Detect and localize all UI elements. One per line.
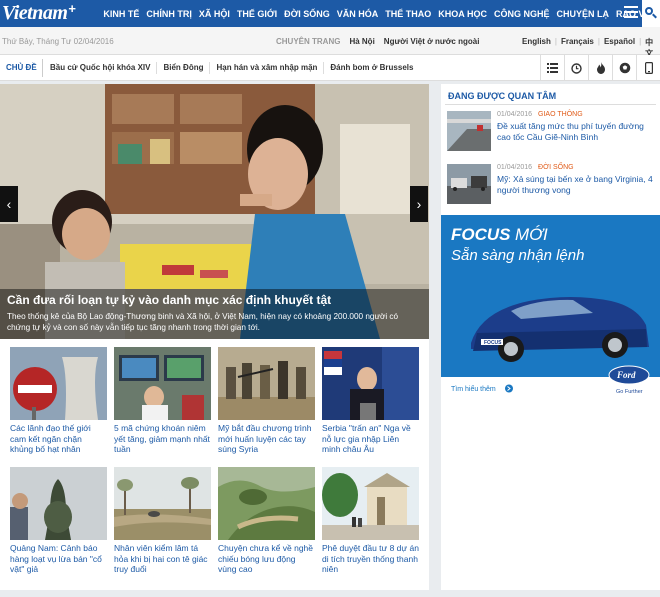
carousel-prev-button[interactable]: ‹ bbox=[0, 186, 18, 222]
trending-meta: 01/04/2016 GIAO THÔNG bbox=[497, 111, 583, 118]
topic-bar: CHỦ ĐỀ Bầu cử Quốc hội khóa XIV Biển Đôn… bbox=[0, 55, 660, 81]
topic-han-han[interactable]: Hạn hán và xâm nhập mặn bbox=[210, 62, 325, 74]
news-thumbnail bbox=[218, 347, 315, 420]
mobile-icon[interactable] bbox=[636, 55, 660, 81]
link-ha-noi[interactable]: Hà Nội bbox=[349, 37, 374, 46]
trending-thumbnail bbox=[447, 164, 491, 204]
nav-kinh-te[interactable]: KINH TẾ bbox=[100, 9, 143, 19]
nav-chuyen-la[interactable]: CHUYỆN LẠ bbox=[553, 9, 613, 19]
topic-danh-bom[interactable]: Đánh bom ở Brussels bbox=[324, 62, 419, 74]
trending-headline[interactable]: Đề xuất tăng mức thu phí tuyến đường cao… bbox=[497, 121, 657, 143]
trending-title: ĐANG ĐƯỢC QUAN TÂM bbox=[448, 91, 557, 101]
nav-xa-hoi[interactable]: XÃ HỘI bbox=[195, 9, 233, 19]
topic-bien-dong[interactable]: Biển Đông bbox=[157, 62, 211, 74]
ad-cta: Tìm hiểu thêm bbox=[451, 385, 496, 393]
trending-date: 01/04/2016 bbox=[497, 111, 533, 118]
topic-bau-cu[interactable]: Bầu cử Quốc hội khóa XIV bbox=[44, 62, 158, 74]
hero-title[interactable]: Cần đưa rối loạn tự kỷ vào danh mục xác … bbox=[7, 293, 331, 307]
news-caption: Mỹ bắt đầu chương trình mới huấn luyện c… bbox=[218, 423, 312, 454]
news-caption: Chuyện chưa kể về nghề chiếu bóng lưu độ… bbox=[218, 543, 314, 574]
divider bbox=[445, 104, 656, 105]
special-pages: CHUYÊN TRANG Hà Nội Người Việt ở nước ng… bbox=[276, 37, 479, 46]
trending-thumbnail bbox=[447, 111, 491, 151]
news-card[interactable]: Serbia "trấn an" Nga về nỗ lực gia nhập … bbox=[322, 347, 419, 455]
nav-the-thao[interactable]: THỂ THAO bbox=[382, 9, 435, 19]
topic-label: CHỦ ĐỀ bbox=[6, 63, 37, 72]
fire-icon[interactable] bbox=[588, 55, 612, 81]
ford-focus-ad[interactable]: FOCUS MỚI Sẵn sàng nhận lệnh FOCUS Tìm h… bbox=[441, 215, 660, 399]
clock-icon[interactable] bbox=[564, 55, 588, 81]
news-caption: Các lãnh đạo thế giới cam kết ngăn chặn … bbox=[10, 423, 91, 454]
list-icon[interactable] bbox=[540, 55, 564, 81]
top-navigation-bar: Vietnam + KINH TẾ CHÍNH TRỊ XÃ HỘI THẾ G… bbox=[0, 0, 660, 27]
divider bbox=[42, 59, 43, 77]
news-card[interactable]: Các lãnh đạo thế giới cam kết ngăn chặn … bbox=[10, 347, 107, 455]
hero-description: Theo thống kê của Bộ Lao động-Thương bin… bbox=[7, 312, 399, 332]
news-caption: 5 mã chứng khoán niêm yết tăng, giảm mạn… bbox=[114, 423, 210, 454]
nav-van-hoa[interactable]: VĂN HÓA bbox=[333, 9, 382, 19]
topic-list: Bầu cử Quốc hội khóa XIV Biển Đông Hạn h… bbox=[44, 55, 419, 81]
main-menu: KINH TẾ CHÍNH TRỊ XÃ HỘI THẾ GIỚI ĐỜI SỐ… bbox=[100, 0, 660, 27]
ad-banner: FOCUS MỚI Sẵn sàng nhận lệnh FOCUS Tìm h… bbox=[441, 215, 660, 399]
ad-plate: FOCUS bbox=[484, 340, 502, 346]
carousel-next-button[interactable]: › bbox=[410, 186, 428, 222]
news-thumbnail bbox=[114, 347, 211, 420]
news-card[interactable]: 5 mã chứng khoán niêm yết tăng, giảm mạn… bbox=[114, 347, 211, 455]
logo-plus: + bbox=[68, 1, 76, 16]
nav-the-gioi[interactable]: THẾ GIỚI bbox=[233, 9, 280, 19]
special-pages-label: CHUYÊN TRANG bbox=[276, 37, 341, 46]
trending-category[interactable]: ĐỜI SỐNG bbox=[538, 164, 574, 171]
current-date: Thứ Bảy, Tháng Tư 02/04/2016 bbox=[2, 37, 114, 46]
search-icon[interactable] bbox=[642, 0, 660, 27]
main-content: Cần đưa rối loạn tự kỷ vào danh mục xác … bbox=[0, 84, 429, 590]
trending-item[interactable]: 01/04/2016 ĐỜI SỐNG Mỹ: Xả súng tại bến x… bbox=[447, 164, 657, 206]
nav-chinh-tri[interactable]: CHÍNH TRỊ bbox=[143, 9, 196, 19]
news-card[interactable]: Nhân viên kiểm lâm tá hỏa khi bị hai con… bbox=[114, 467, 211, 575]
news-thumbnail bbox=[322, 347, 419, 420]
nav-doi-song[interactable]: ĐỜI SỐNG bbox=[281, 9, 334, 19]
ad-tagline: Go Further bbox=[616, 389, 643, 395]
news-caption: Nhân viên kiểm lâm tá hỏa khi bị hai con… bbox=[114, 543, 208, 574]
ad-subline: Sẵn sàng nhận lệnh bbox=[451, 247, 584, 264]
link-nguoi-viet-o-nuoc-ngoai[interactable]: Người Việt ở nước ngoài bbox=[384, 37, 480, 46]
news-card[interactable]: Phê duyệt đầu tư 8 dự án di tích truyền … bbox=[322, 467, 419, 575]
trending-headline[interactable]: Mỹ: Xả súng tại bến xe ở bang Virginia, … bbox=[497, 174, 657, 196]
soccer-ball-icon[interactable] bbox=[612, 55, 636, 81]
trending-meta: 01/04/2016 ĐỜI SỐNG bbox=[497, 164, 574, 171]
news-thumbnail bbox=[114, 467, 211, 540]
trending-item[interactable]: 01/04/2016 GIAO THÔNG Đề xuất tăng mức th… bbox=[447, 111, 657, 153]
news-thumbnail bbox=[10, 347, 107, 420]
trending-category[interactable]: GIAO THÔNG bbox=[538, 111, 583, 118]
trending-date: 01/04/2016 bbox=[497, 164, 533, 171]
news-caption: Phê duyệt đầu tư 8 dự án di tích truyền … bbox=[322, 543, 419, 574]
news-thumbnail bbox=[10, 467, 107, 540]
ad-headline-new: MỚI bbox=[515, 225, 548, 244]
ad-brand: Ford bbox=[616, 370, 636, 380]
nav-khoa-hoc[interactable]: KHOA HỌC bbox=[435, 9, 491, 19]
site-logo[interactable]: Vietnam + bbox=[0, 0, 100, 27]
news-caption: Serbia "trấn an" Nga về nỗ lực gia nhập … bbox=[322, 423, 411, 454]
ad-headline: FOCUS bbox=[451, 225, 511, 244]
hamburger-menu-icon[interactable] bbox=[624, 6, 638, 20]
news-thumbnail bbox=[218, 467, 315, 540]
nav-cong-nghe[interactable]: CÔNG NGHỆ bbox=[490, 9, 553, 19]
news-caption: Quảng Nam: Cảnh báo hàng loạt vụ lừa bán… bbox=[10, 543, 102, 574]
topic-icon-group bbox=[540, 55, 660, 81]
sidebar: ĐANG ĐƯỢC QUAN TÂM 01/04/2016 GIAO THÔNG … bbox=[441, 84, 660, 590]
news-card[interactable]: Quảng Nam: Cảnh báo hàng loạt vụ lừa bán… bbox=[10, 467, 107, 575]
news-thumbnail bbox=[322, 467, 419, 540]
secondary-bar: Thứ Bảy, Tháng Tư 02/04/2016 CHUYÊN TRAN… bbox=[0, 27, 660, 58]
news-card[interactable]: Chuyện chưa kể về nghề chiếu bóng lưu độ… bbox=[218, 467, 315, 575]
news-card[interactable]: Mỹ bắt đầu chương trình mới huấn luyện c… bbox=[218, 347, 315, 455]
featured-story[interactable]: Cần đưa rối loạn tự kỷ vào danh mục xác … bbox=[0, 84, 429, 339]
logo-text: Vietnam bbox=[2, 2, 68, 24]
